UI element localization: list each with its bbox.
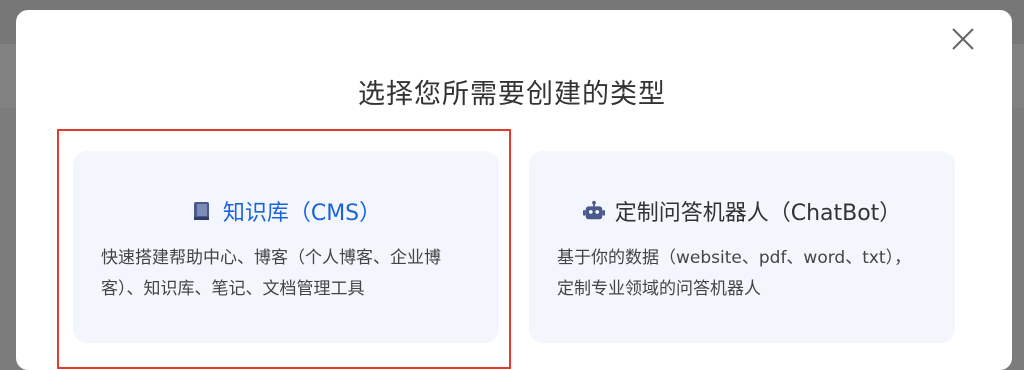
dialog-title: 选择您所需要创建的类型 <box>358 79 666 110</box>
cms-option-card[interactable]: 知识库（CMS） 快速搭建帮助中心、博客（个人博客、企业博客）、知识库、笔记、文… <box>73 151 499 343</box>
chatbot-card-title: 定制问答机器人（ChatBot） <box>614 201 902 226</box>
chatbot-card-description: 基于你的数据（website、pdf、word、txt），定制专业领域的问答机器… <box>557 248 912 299</box>
chatbot-option-card[interactable]: 定制问答机器人（ChatBot） 基于你的数据（website、pdf、word… <box>529 151 955 343</box>
cms-card-description: 快速搭建帮助中心、博客（个人博客、企业博客）、知识库、笔记、文档管理工具 <box>101 248 441 299</box>
chatbot-card-header: 定制问答机器人（ChatBot） <box>529 195 955 227</box>
book-icon <box>191 200 213 222</box>
cms-card-title: 知识库（CMS） <box>222 201 382 226</box>
close-icon[interactable] <box>948 24 978 54</box>
robot-icon <box>582 200 605 222</box>
cms-card-header: 知识库（CMS） <box>73 195 499 227</box>
